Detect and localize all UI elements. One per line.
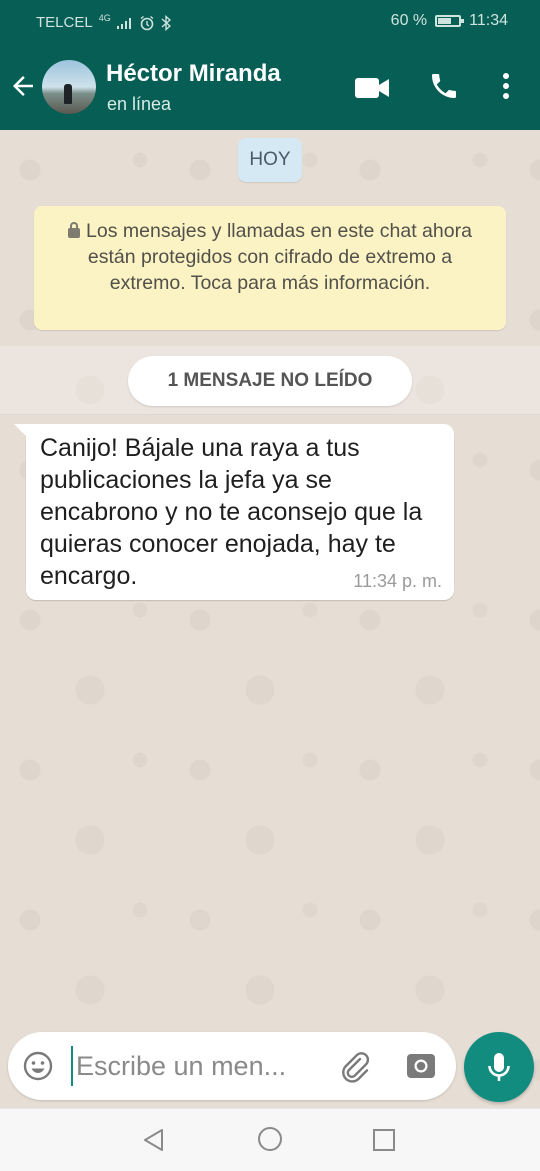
message-input[interactable]	[76, 1046, 326, 1086]
signal-icon	[116, 17, 131, 29]
phone-icon[interactable]	[428, 70, 460, 102]
mic-icon	[488, 1053, 510, 1081]
battery-percent: 60 %	[390, 12, 428, 29]
attach-icon[interactable]	[338, 1050, 372, 1084]
contact-name[interactable]: Héctor Miranda	[106, 60, 281, 88]
message-time: 11:34 p. m.	[353, 571, 442, 591]
chat-area[interactable]: HOY Los mensajes y llamadas en este chat…	[0, 130, 540, 1108]
network-label: 4G	[98, 12, 111, 23]
more-vert-icon[interactable]	[496, 70, 516, 102]
carrier-label: TELCEL	[36, 14, 93, 31]
nav-back-icon[interactable]	[142, 1128, 166, 1152]
unread-messages-label: 1 MENSAJE NO LEÍDO	[128, 356, 412, 406]
lock-icon	[68, 222, 81, 238]
battery-icon	[435, 15, 465, 27]
system-nav-bar	[0, 1108, 540, 1171]
back-arrow-icon[interactable]	[8, 71, 38, 101]
date-chip: HOY	[238, 138, 302, 182]
chat-header: Héctor Miranda en línea	[0, 44, 540, 130]
contact-status: en línea	[107, 94, 172, 114]
video-call-icon[interactable]	[354, 74, 390, 102]
avatar[interactable]	[42, 60, 96, 114]
encryption-notice-text: Los mensajes y llamadas en este chat aho…	[86, 220, 472, 294]
message-composer	[8, 1032, 456, 1100]
encryption-notice[interactable]: Los mensajes y llamadas en este chat aho…	[34, 206, 506, 330]
bluetooth-icon	[161, 14, 171, 31]
nav-recent-icon[interactable]	[372, 1128, 396, 1152]
clock: 11:34	[469, 12, 508, 29]
emoji-icon[interactable]	[22, 1050, 54, 1082]
text-caret	[71, 1046, 73, 1086]
nav-home-icon[interactable]	[257, 1126, 283, 1152]
incoming-message[interactable]: Canijo! Bájale una raya a tus publicacio…	[14, 424, 454, 600]
alarm-icon	[140, 15, 154, 30]
mic-button[interactable]	[464, 1032, 534, 1102]
camera-icon[interactable]	[406, 1052, 436, 1080]
status-bar: TELCEL 4G 60 % 11:34	[0, 0, 540, 44]
message-text: Canijo! Bájale una raya a tus publicacio…	[40, 434, 423, 590]
